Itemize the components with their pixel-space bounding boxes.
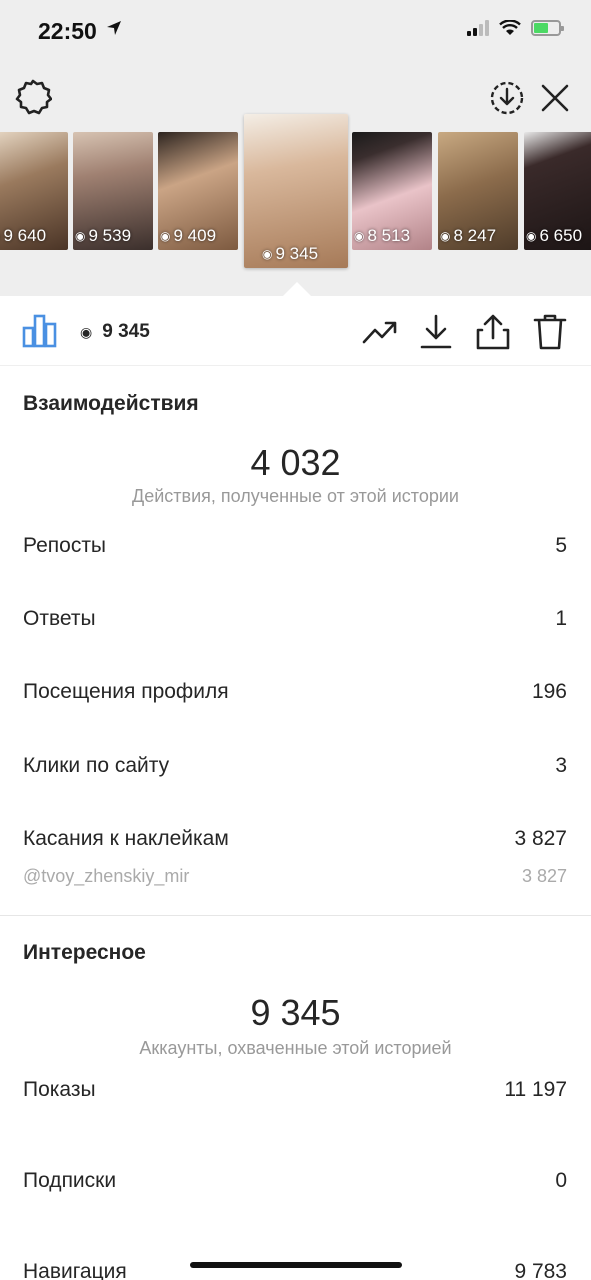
wifi-icon [499, 20, 521, 35]
archive-download-icon[interactable] [489, 80, 525, 116]
metric-label: Показы [23, 1078, 96, 1101]
story-thumbnail[interactable]: ◉ 9 539 [73, 132, 153, 250]
thumbnail-views: 9 345 [275, 244, 319, 263]
metric-label: Ответы [23, 607, 96, 630]
sticker-mention-label: @tvoy_zhenskiy_mir [23, 866, 190, 886]
eye-icon: ◉ [80, 323, 93, 340]
thumbnail-views: 9 539 [88, 226, 132, 245]
metric-label: Клики по сайту [23, 754, 170, 777]
metric-row-replies: Ответы 1 [23, 607, 567, 631]
eye-icon: ◉ [440, 229, 451, 243]
story-thumbnail[interactable]: ◉ 9 409 [158, 132, 238, 250]
download-icon[interactable] [418, 314, 454, 350]
location-arrow-icon [107, 21, 121, 35]
story-views: ◉ 9 345 [80, 321, 150, 343]
story-thumbnails: ◉9 640 ◉9 539 ◉9 409 ◉9 345 ◉8 513 ◉8 24… [0, 112, 591, 277]
metric-label: Посещения профиля [23, 680, 229, 703]
settings-icon[interactable] [14, 78, 52, 116]
selected-story-pointer [283, 282, 311, 296]
story-insights-panel: ◉ 9 345 Взаимодействия 4 032 Действия, п… [0, 296, 591, 1280]
metric-value: 5 [555, 534, 567, 557]
eye-icon: ◉ [75, 229, 86, 243]
story-views-count: 9 345 [102, 321, 150, 342]
metric-row-profile-visits: Посещения профиля 196 [23, 680, 567, 704]
metric-value: 196 [531, 680, 567, 703]
story-archive-header: 22:50 9 640 ◉ 9 539 ◉ 9 409 ◉ 9 345 ◉ 8 … [0, 0, 591, 296]
home-indicator[interactable] [190, 1262, 402, 1268]
thumbnail-views: 6 650 [539, 226, 583, 245]
story-thumbnail-selected[interactable]: ◉ 9 345 [244, 114, 348, 268]
trash-icon[interactable] [532, 314, 568, 350]
sticker-mention-value: 3 827 [521, 866, 567, 886]
battery-charging-icon [531, 20, 564, 36]
thumbnail-views: 8 513 [367, 226, 411, 245]
thumbnail-views: 9 409 [173, 226, 217, 245]
sticker-mention-row[interactable]: @tvoy_zhenskiy_mir 3 827 [23, 866, 567, 887]
metric-label: Навигация [23, 1260, 127, 1280]
metric-value: 3 [555, 754, 567, 777]
interactions-total: 4 032 [250, 442, 341, 483]
metric-row-website-clicks: Клики по сайту 3 [23, 754, 567, 778]
story-thumbnail[interactable]: ◉ 8 247 [438, 132, 518, 250]
metric-row-reposts: Репосты 5 [23, 534, 567, 558]
discovery-caption: Аккаунты, охваченные этой историей [139, 1038, 452, 1058]
metric-row-impressions: Показы 11 197 [23, 1078, 567, 1102]
story-thumbnail[interactable]: ◉ 6 650 [524, 132, 591, 250]
thumbnail-views: 8 247 [453, 226, 497, 245]
metric-row-follows: Подписки 0 [23, 1169, 567, 1193]
eye-icon: ◉ [354, 229, 365, 243]
metric-label: Касания к наклейкам [23, 827, 229, 850]
eye-icon: ◉ [160, 229, 171, 243]
status-bar: 22:50 [0, 0, 591, 66]
promote-trend-icon[interactable] [362, 314, 398, 350]
status-time: 22:50 [38, 18, 97, 44]
discovery-title: Интересное [23, 941, 146, 964]
section-divider [0, 915, 591, 916]
eye-icon: ◉ [526, 229, 537, 243]
metric-label: Репосты [23, 534, 107, 557]
thumbnail-views: 9 640 [3, 226, 47, 245]
interactions-caption: Действия, полученные от этой истории [132, 486, 459, 506]
insights-bar-chart-icon[interactable] [22, 314, 58, 348]
close-icon[interactable] [539, 82, 571, 114]
share-icon[interactable] [475, 314, 511, 350]
signal-icon [467, 20, 489, 36]
interactions-title: Взаимодействия [23, 392, 199, 415]
metric-row-sticker-taps: Касания к наклейкам 3 827 [23, 827, 567, 851]
eye-icon: ◉ [262, 247, 273, 261]
story-thumbnail[interactable]: ◉9 640 [0, 132, 68, 250]
metric-value: 1 [555, 607, 567, 630]
metric-value: 0 [555, 1169, 567, 1192]
story-action-row: ◉ 9 345 [0, 296, 591, 366]
metric-value: 11 197 [504, 1078, 567, 1101]
metric-value: 9 783 [514, 1260, 567, 1280]
metric-value: 3 827 [514, 827, 567, 850]
discovery-total: 9 345 [250, 992, 341, 1033]
metric-label: Подписки [23, 1169, 117, 1192]
story-thumbnail[interactable]: ◉ 8 513 [352, 132, 432, 250]
